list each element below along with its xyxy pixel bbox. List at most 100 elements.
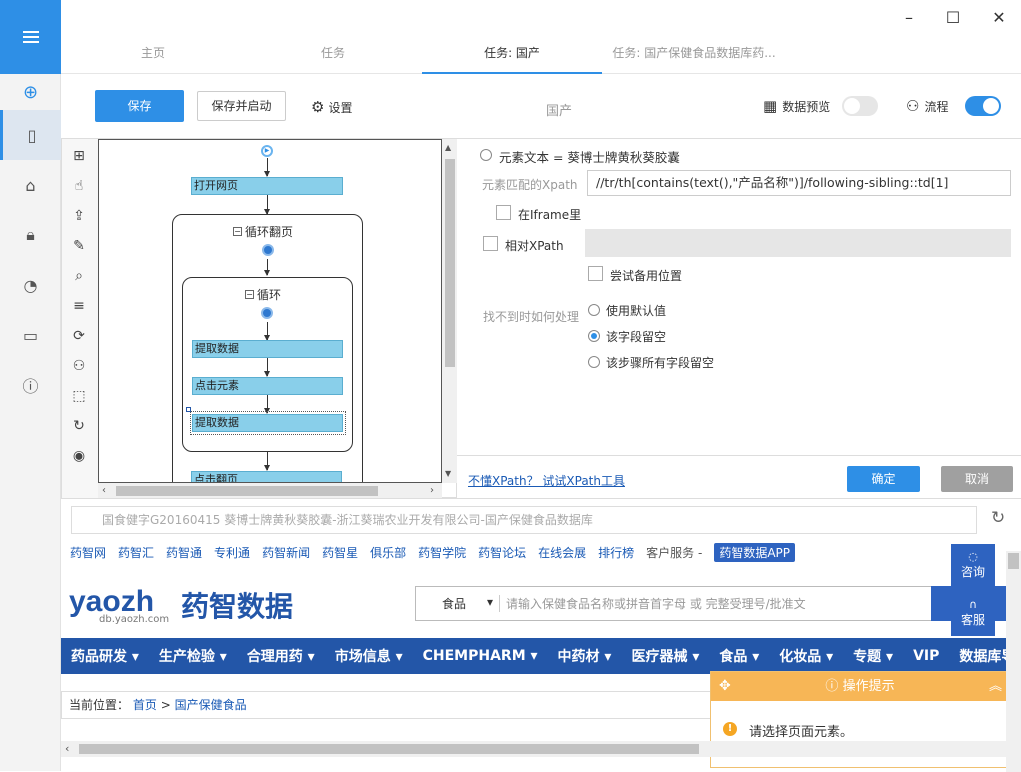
site-search-input[interactable]: 请输入保健食品名称或拼音首字母 或 完整受理号/批准文 — [500, 595, 806, 612]
top-link[interactable]: 药智新闻 — [262, 544, 310, 561]
url-bar[interactable]: 国食健字G20160415 葵博士牌黄秋葵胶囊-浙江葵瑞农业开发有限公司-国产保… — [71, 506, 977, 534]
top-link[interactable]: 药智网 — [70, 544, 106, 561]
select-cursor-icon[interactable]: ⬚ — [68, 385, 90, 407]
nav-item[interactable]: 专题 ▾ — [843, 646, 903, 666]
relative-xpath-checkbox[interactable] — [483, 236, 498, 251]
branch-icon[interactable]: ⚇ — [68, 355, 90, 377]
top-link[interactable]: 药智通 — [166, 544, 202, 561]
xpath-input[interactable]: //tr/th[contains(text(),"产品名称")]/followi… — [587, 170, 1011, 196]
use-default-radio[interactable] — [588, 304, 600, 316]
scroll-left-icon[interactable]: ‹ — [102, 485, 106, 496]
maximize-button[interactable]: ☐ — [936, 6, 970, 30]
nav-item[interactable]: 市场信息 ▾ — [325, 646, 413, 666]
nav-item[interactable]: CHEMPHARM ▾ — [413, 648, 548, 664]
service-button[interactable]: ∩ 客服 — [951, 592, 995, 636]
nav-item[interactable]: VIP — [903, 648, 949, 664]
cancel-button[interactable]: 取消 — [941, 466, 1013, 492]
refresh-hover-icon[interactable]: ↻ — [68, 415, 90, 437]
nav-item[interactable]: 药品研发 ▾ — [61, 646, 149, 666]
save-and-start-button[interactable]: 保存并启动 — [197, 91, 286, 121]
search-category-select[interactable]: 食品 ▾ — [416, 595, 500, 612]
move-icon[interactable]: ✥ — [719, 672, 731, 701]
nav-item[interactable]: 数据库导 — [949, 646, 1006, 666]
tab-task[interactable]: 任务 — [293, 36, 373, 74]
top-link[interactable]: 药智星 — [322, 544, 358, 561]
loop-page-container[interactable]: − 循环翻页 − 循环 提取数据 点击元素 提取数据 点击翻页 — [172, 214, 363, 482]
flow-vertical-scrollbar[interactable]: ▲ ▼ — [442, 139, 458, 483]
save-button[interactable]: 保存 — [95, 90, 184, 122]
tab-task-domestic[interactable]: 任务: 国产 — [422, 36, 602, 74]
top-link[interactable]: 药智学院 — [418, 544, 466, 561]
flow-node-open-page[interactable]: 打开网页 — [191, 177, 343, 195]
nav-item[interactable]: 食品 ▾ — [709, 646, 769, 666]
scroll-right-icon[interactable]: › — [430, 485, 434, 496]
stop-icon[interactable]: ◉ — [68, 445, 90, 467]
xpath-tool-link[interactable]: 不懂XPath？ 试试XPath工具 — [468, 472, 625, 489]
hamburger-menu-button[interactable] — [0, 0, 61, 74]
element-text-radio[interactable] — [480, 149, 492, 161]
top-link[interactable]: 专利通 — [214, 544, 250, 561]
tab-task-health-food-db[interactable]: 任务: 国产保健食品数据库药... — [609, 36, 779, 74]
in-iframe-checkbox[interactable] — [496, 205, 511, 220]
field-empty-radio[interactable] — [588, 330, 600, 342]
site-logo[interactable]: yaozh 药智数据 db.yaozh.com — [69, 585, 329, 625]
breadcrumb-home-link[interactable]: 首页 — [133, 698, 157, 712]
settings-button[interactable]: ⚙ 设置 — [311, 98, 352, 116]
flow-node-click-next-page[interactable]: 点击翻页 — [191, 471, 342, 482]
nav-item[interactable]: 中药材 ▾ — [548, 646, 622, 666]
ok-button[interactable]: 确定 — [847, 466, 920, 492]
upload-icon[interactable]: ⇪ — [68, 205, 90, 227]
flow-node-click-element[interactable]: 点击元素 — [192, 377, 343, 395]
top-link[interactable]: 药智论坛 — [478, 544, 526, 561]
help-icon[interactable]: ⓘ — [0, 360, 61, 410]
resize-handle[interactable] — [186, 407, 191, 412]
top-link[interactable]: 客户服务 - — [646, 544, 702, 561]
nav-item[interactable]: 合理用药 ▾ — [237, 646, 325, 666]
collapse-icon[interactable]: − — [233, 227, 242, 236]
scroll-up-icon[interactable]: ▲ — [445, 143, 451, 152]
data-preview-toggle[interactable] — [842, 96, 878, 116]
breadcrumb-current-link[interactable]: 国产保健食品 — [175, 698, 247, 712]
scroll-down-icon[interactable]: ▼ — [445, 469, 451, 478]
minimize-button[interactable]: – — [892, 6, 926, 30]
flow-node-extract-data[interactable]: 提取数据 — [192, 340, 343, 358]
tab-home[interactable]: 主页 — [113, 36, 193, 74]
flow-vertical-scroll-thumb[interactable] — [445, 159, 455, 367]
loop-icon[interactable]: ⟳ — [68, 325, 90, 347]
try-backup-checkbox[interactable] — [588, 266, 603, 281]
edit-icon[interactable]: ✎ — [68, 235, 90, 257]
nav-item[interactable]: 生产检验 ▾ — [149, 646, 237, 666]
add-step-icon[interactable]: ⊞ — [68, 145, 90, 167]
close-button[interactable]: ✕ — [982, 6, 1016, 30]
pie-chart-icon[interactable]: ◔ — [0, 260, 61, 310]
browser-horizontal-scrollbar[interactable]: ‹ — [61, 741, 1006, 757]
briefcase-icon[interactable]: ⌂ — [0, 160, 61, 210]
browser-vertical-scroll-thumb[interactable] — [1008, 553, 1019, 569]
app-badge[interactable]: 药智数据APP — [714, 542, 796, 562]
document-icon[interactable]: ▯ — [0, 110, 61, 160]
lock-icon[interactable]: 🔒︎ — [0, 210, 61, 260]
flow-horizontal-scrollbar[interactable]: ‹ › — [98, 483, 442, 499]
collapse-up-icon[interactable]: ︽ — [989, 672, 1002, 701]
top-link[interactable]: 药智汇 — [118, 544, 154, 561]
scroll-left-icon[interactable]: ‹ — [65, 742, 69, 755]
flow-node-extract-data-selected[interactable]: 提取数据 — [192, 414, 343, 432]
all-fields-empty-radio[interactable] — [588, 356, 600, 368]
browser-horizontal-scroll-thumb[interactable] — [79, 744, 699, 754]
chat-icon[interactable]: ▭ — [0, 310, 61, 360]
nav-item[interactable]: 化妆品 ▾ — [769, 646, 843, 666]
flow-canvas[interactable]: ▶ 打开网页 − 循环翻页 − 循环 提取数据 点击元素 提取数据 点击翻页 — [98, 139, 442, 483]
list-sort-icon[interactable]: ≡ — [68, 295, 90, 317]
nav-item[interactable]: 医疗器械 ▾ — [621, 646, 709, 666]
find-icon[interactable]: ⌕ — [68, 265, 90, 287]
flow-horizontal-scroll-thumb[interactable] — [116, 486, 378, 496]
consult-button[interactable]: ◌ 咨询 — [951, 544, 995, 588]
browser-vertical-scrollbar[interactable] — [1006, 551, 1021, 772]
refresh-icon[interactable]: ↻ — [991, 508, 1005, 528]
click-icon[interactable]: ☝ — [68, 175, 90, 197]
collapse-icon[interactable]: − — [245, 290, 254, 299]
top-link[interactable]: 在线会展 — [538, 544, 586, 561]
start-play-icon[interactable]: ▶ — [261, 145, 273, 157]
loop-container[interactable]: − 循环 提取数据 点击元素 提取数据 — [182, 277, 353, 452]
relative-xpath-input[interactable] — [585, 229, 1011, 257]
